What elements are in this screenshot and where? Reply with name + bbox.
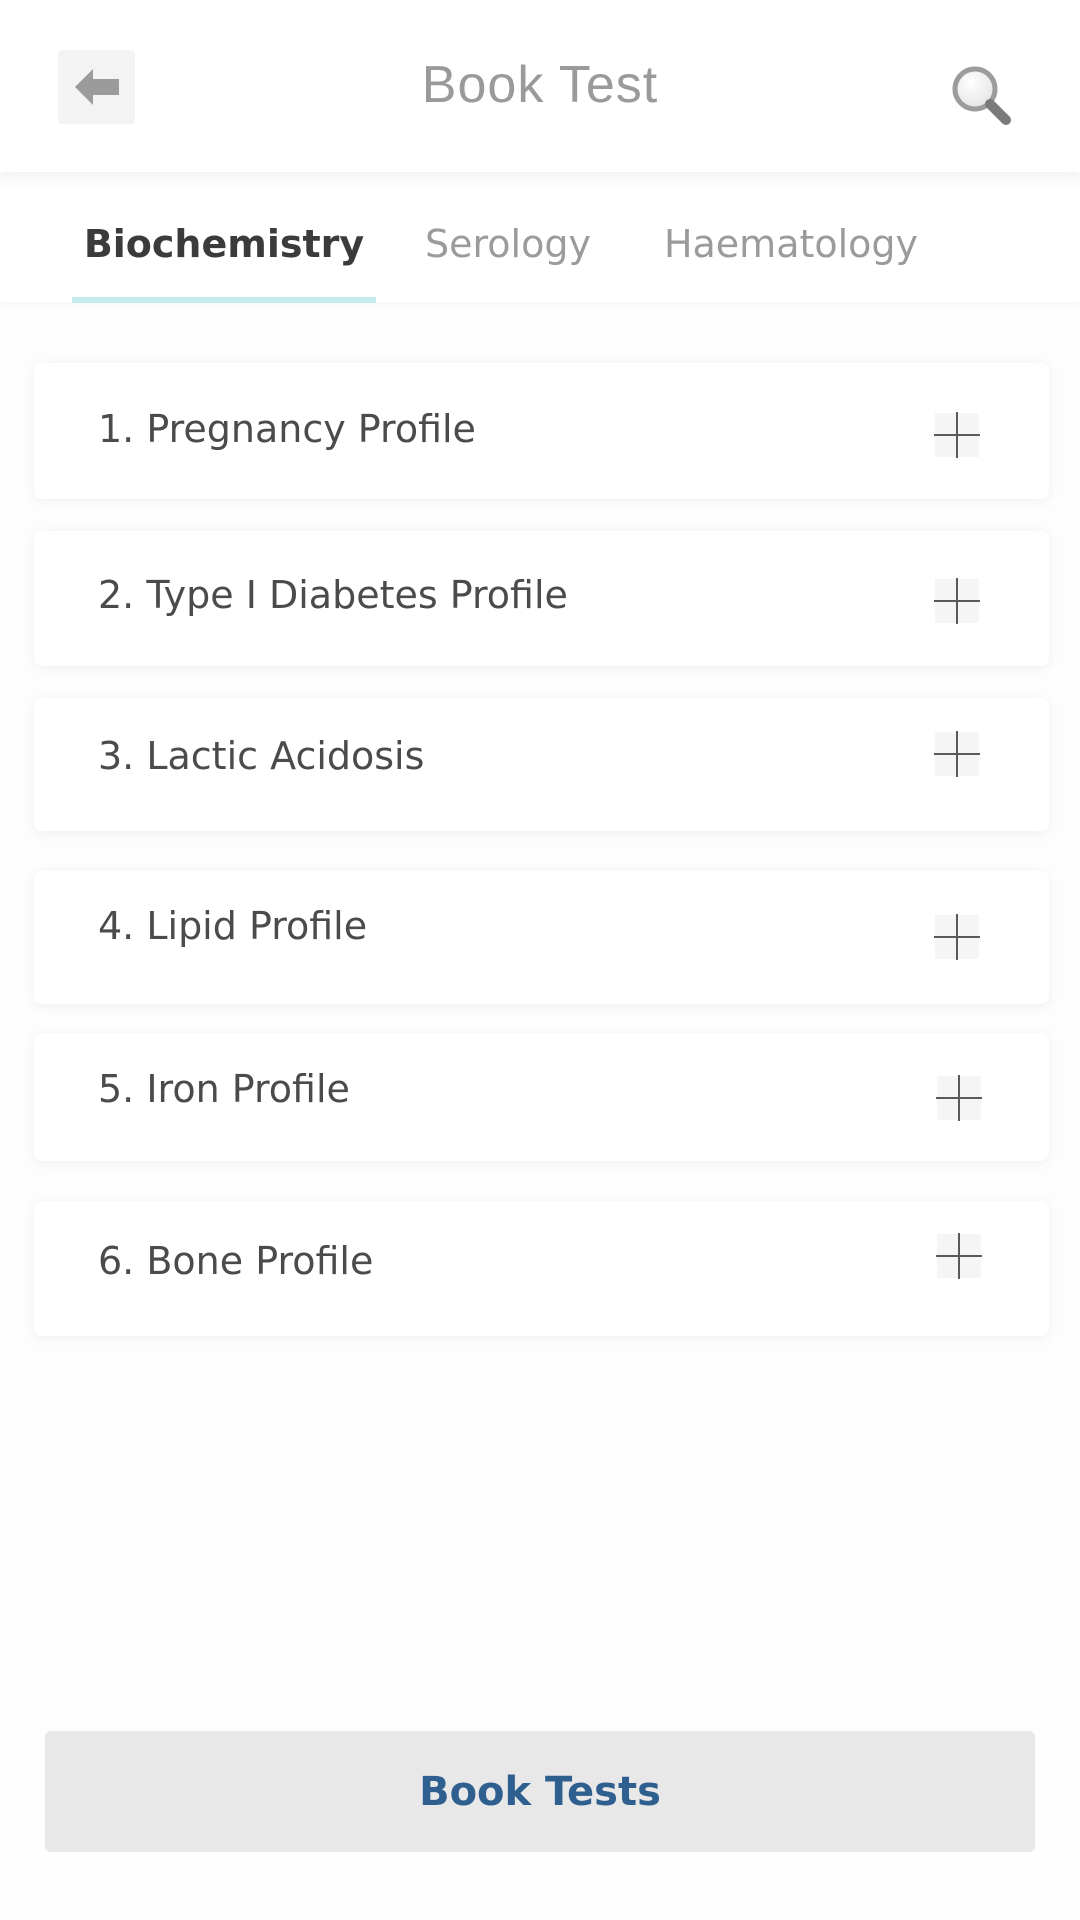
test-item[interactable]: 4. Lipid Profile (34, 871, 1049, 1004)
category-tabs: Biochemistry Serology Haematology (0, 186, 1080, 302)
plus-icon[interactable] (934, 731, 980, 777)
top-bar: Book Test (0, 0, 1080, 172)
plus-icon[interactable] (934, 578, 980, 624)
plus-icon[interactable] (934, 914, 980, 960)
active-tab-indicator (72, 297, 376, 303)
tab-biochemistry[interactable]: Biochemistry (72, 186, 376, 302)
book-tests-button[interactable]: Book Tests (45, 1731, 1035, 1852)
test-item[interactable]: 1. Pregnancy Profile (34, 363, 1049, 499)
test-label: 2. Type I Diabetes Profile (98, 573, 568, 617)
test-label: 5. Iron Profile (98, 1067, 350, 1111)
plus-icon[interactable] (934, 412, 980, 458)
tab-haematology[interactable]: Haematology (660, 186, 922, 302)
test-item[interactable]: 3. Lactic Acidosis (34, 698, 1049, 831)
page-title: Book Test (421, 56, 659, 114)
test-item[interactable]: 5. Iron Profile (34, 1033, 1049, 1161)
tab-serology[interactable]: Serology (412, 186, 604, 302)
test-label: 6. Bone Profile (98, 1239, 374, 1283)
test-item[interactable]: 6. Bone Profile (34, 1201, 1049, 1336)
plus-icon[interactable] (936, 1075, 982, 1121)
test-label: 4. Lipid Profile (98, 904, 368, 948)
search-button[interactable] (948, 62, 1018, 132)
test-label: 3. Lactic Acidosis (98, 734, 425, 778)
test-item[interactable]: 2. Type I Diabetes Profile (34, 531, 1049, 666)
test-label: 1. Pregnancy Profile (98, 407, 476, 451)
search-icon (952, 66, 1011, 125)
plus-icon[interactable] (936, 1233, 982, 1279)
